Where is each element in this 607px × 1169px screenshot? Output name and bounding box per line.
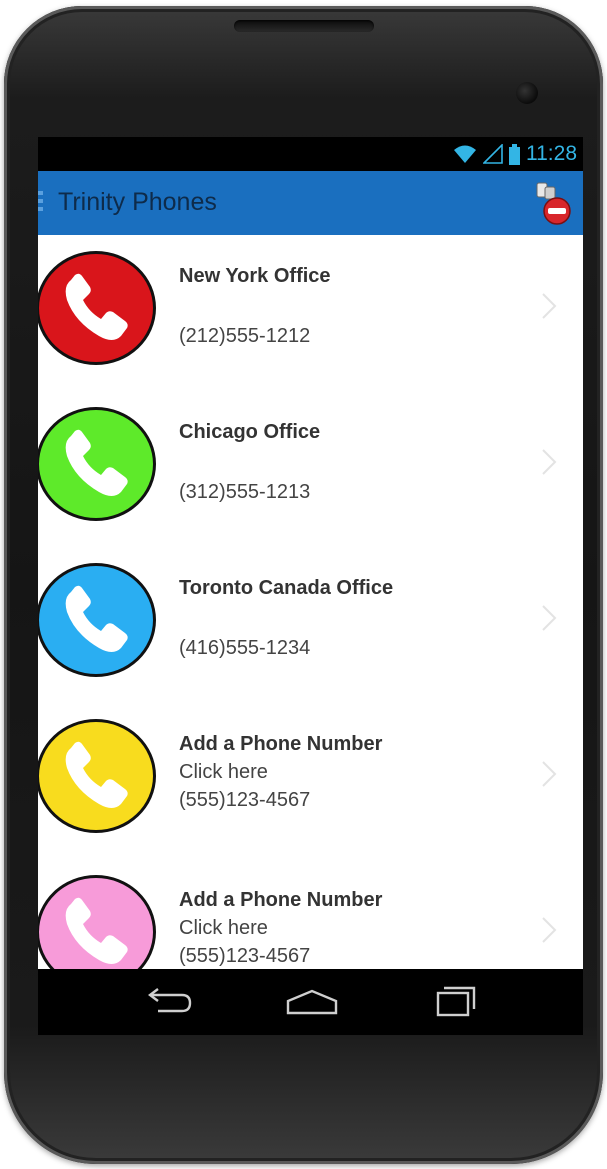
call-button[interactable] — [38, 875, 156, 969]
status-time: 11:28 — [526, 142, 577, 165]
contact-title: Chicago Office — [179, 421, 321, 443]
contact-title: New York Office — [179, 265, 331, 287]
list-item[interactable]: Toronto Canada Office (416)555-1234 — [38, 547, 583, 704]
contact-title: Add a Phone Number — [179, 889, 383, 911]
navigation-bar — [38, 969, 583, 1035]
contact-list: New York Office (212)555-1212 Chicago Of… — [38, 235, 583, 969]
status-bar: 11:28 — [38, 137, 583, 171]
signal-icon — [483, 144, 503, 164]
chevron-right-icon — [542, 605, 557, 631]
contact-subtitle: Click here — [179, 917, 268, 939]
contact-title: Toronto Canada Office — [179, 577, 394, 599]
app-title: Trinity Phones — [58, 188, 217, 216]
home-icon[interactable] — [282, 985, 342, 1019]
chevron-right-icon — [542, 449, 557, 475]
call-button[interactable] — [38, 407, 156, 521]
contact-title: Add a Phone Number — [179, 733, 383, 755]
contact-phone: (416)555-1234 — [179, 637, 311, 659]
phone-handset-icon — [65, 429, 128, 496]
call-button[interactable] — [38, 251, 156, 365]
contact-phone: (555)123-4567 — [179, 789, 311, 811]
app-badge-icon[interactable] — [533, 181, 575, 225]
action-bar: Trinity Phones — [38, 171, 583, 235]
phone-handset-icon — [65, 585, 128, 652]
earpiece-speaker — [234, 20, 374, 32]
back-icon[interactable] — [138, 985, 198, 1019]
front-camera — [516, 82, 538, 104]
list-item[interactable]: Add a Phone Number Click here (555)123-4… — [38, 703, 583, 860]
phone-handset-icon — [65, 741, 128, 808]
battery-icon — [509, 143, 520, 165]
recents-icon[interactable] — [424, 985, 484, 1019]
contact-subtitle: Click here — [179, 761, 268, 783]
list-item[interactable]: Chicago Office (312)555-1213 — [38, 391, 583, 548]
call-button[interactable] — [38, 719, 156, 833]
call-button[interactable] — [38, 563, 156, 677]
phone-handset-icon — [65, 897, 128, 964]
list-item[interactable]: New York Office (212)555-1212 — [38, 235, 583, 392]
contact-phone: (212)555-1212 — [179, 325, 311, 347]
chevron-right-icon — [542, 293, 557, 319]
list-item[interactable]: Add a Phone Number Click here (555)123-4… — [38, 859, 583, 969]
status-icons: 11:28 — [453, 141, 577, 167]
chevron-right-icon — [542, 761, 557, 787]
contact-phone: (312)555-1213 — [179, 481, 311, 503]
drawer-indicator-icon[interactable] — [38, 191, 44, 217]
wifi-icon — [454, 145, 476, 163]
chevron-right-icon — [542, 917, 557, 943]
phone-handset-icon — [65, 273, 128, 340]
screen: 11:28 Trinity Phones New York Office (21… — [38, 137, 583, 1035]
contact-phone: (555)123-4567 — [179, 945, 311, 967]
